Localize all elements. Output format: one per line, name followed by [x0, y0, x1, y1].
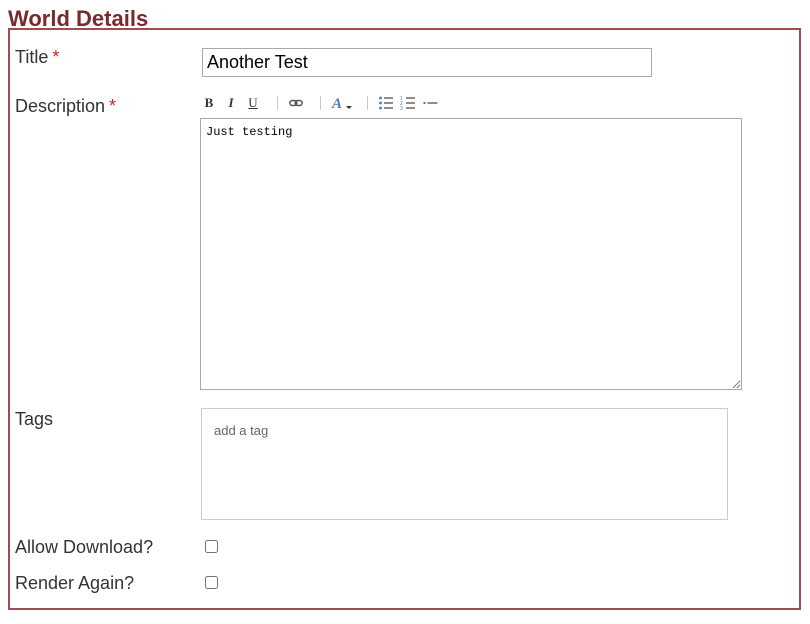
editor-toolbar: B I U A 1 2 3	[200, 92, 460, 114]
tags-label: Tags	[15, 409, 54, 429]
description-editor[interactable]: Just testing	[200, 118, 742, 390]
svg-text:3: 3	[400, 106, 403, 112]
horizontal-rule-icon	[423, 101, 438, 105]
font-color-button[interactable]: A	[331, 92, 355, 114]
font-color-icon: A	[331, 96, 352, 112]
link-button[interactable]	[288, 92, 304, 114]
render-again-label: Render Again?	[15, 573, 135, 593]
allow-download-checkbox[interactable]	[205, 540, 218, 553]
description-label: Description *	[15, 96, 116, 116]
title-input[interactable]	[202, 48, 652, 77]
toolbar-divider	[320, 96, 321, 110]
description-label-text: Description	[15, 96, 106, 116]
svg-text:A: A	[331, 96, 342, 112]
toolbar-divider	[277, 96, 278, 110]
description-required-marker: *	[109, 96, 117, 116]
title-label-text: Title	[15, 47, 49, 67]
allow-download-label: Allow Download?	[15, 537, 154, 557]
numbered-list-button[interactable]: 1 2 3	[399, 92, 417, 114]
title-required-marker: *	[52, 47, 60, 67]
italic-button[interactable]: I	[224, 92, 238, 114]
bulleted-list-icon	[379, 96, 393, 110]
tag-input[interactable]	[214, 421, 514, 439]
tags-field[interactable]	[201, 408, 728, 520]
toolbar-divider	[367, 96, 368, 110]
link-icon	[289, 99, 303, 107]
numbered-list-icon: 1 2 3	[400, 96, 415, 112]
horizontal-rule-button[interactable]	[421, 92, 439, 114]
underline-button[interactable]: U	[246, 92, 260, 114]
render-again-checkbox[interactable]	[205, 576, 218, 589]
title-label: Title *	[15, 47, 59, 67]
bold-button[interactable]: B	[202, 92, 216, 114]
bulleted-list-button[interactable]	[377, 92, 395, 114]
